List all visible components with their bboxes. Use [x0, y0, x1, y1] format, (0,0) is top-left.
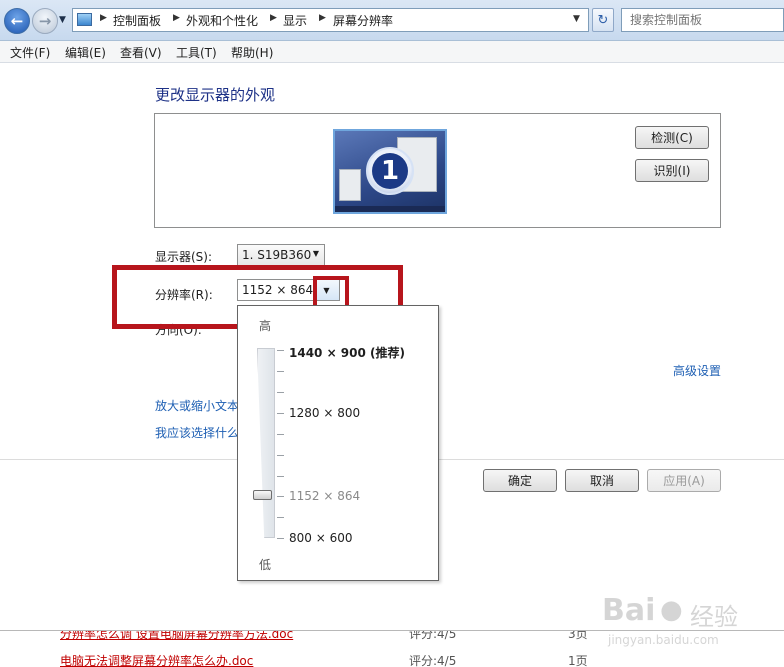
which-settings-link[interactable]: 我应该选择什么 — [155, 424, 239, 441]
slider-tick — [277, 350, 284, 351]
display-label: 显示器(S): — [155, 250, 213, 264]
back-button[interactable]: ← — [4, 8, 30, 34]
breadcrumb-chevron-icon[interactable]: ▶ — [270, 13, 277, 23]
detect-button[interactable]: 检测(C) — [635, 126, 709, 149]
list-item: 电脑无法调整屏幕分辨率怎么办.doc 评分:4/5 1页 — [0, 652, 784, 667]
result-score: 评分:4/5 — [409, 631, 457, 641]
search-input[interactable] — [622, 9, 783, 31]
menu-view[interactable]: 查看(V) — [120, 44, 162, 61]
slider-tick — [277, 371, 284, 372]
ok-button[interactable]: 确定 — [483, 469, 557, 492]
breadcrumb-screen-resolution[interactable]: 屏幕分辨率 — [333, 12, 393, 29]
refresh-icon: ↻ — [597, 12, 609, 28]
breadcrumb-chevron-icon[interactable]: ▶ — [100, 13, 107, 23]
monitor-preview-panel: 1 检测(C) 识别(I) — [154, 113, 721, 228]
display-value: 1. S19B360 — [242, 248, 312, 262]
cancel-button[interactable]: 取消 — [565, 469, 639, 492]
page-title: 更改显示器的外观 — [155, 86, 276, 104]
slider-tick — [277, 392, 284, 393]
search-box[interactable] — [621, 8, 784, 32]
resolution-option-1440x900[interactable]: 1440 × 900 (推荐) — [289, 344, 405, 361]
watermark-url: jingyan.baidu.com — [608, 633, 719, 647]
slider-tick — [277, 517, 284, 518]
slider-low-label: 低 — [259, 558, 272, 572]
menu-bar: 文件(F) 编辑(E) 查看(V) 工具(T) 帮助(H) — [0, 41, 784, 63]
result-score: 评分:4/5 — [409, 654, 457, 667]
address-dropdown-icon[interactable]: ▼ — [573, 14, 580, 24]
mini-window-graphic — [339, 169, 361, 201]
forward-button[interactable]: → — [32, 8, 58, 34]
menu-edit[interactable]: 编辑(E) — [65, 44, 106, 61]
slider-high-label: 高 — [259, 319, 272, 333]
resolution-option-1280x800[interactable]: 1280 × 800 — [289, 406, 360, 420]
watermark-brand: Bai — [602, 593, 656, 628]
resolution-option-800x600[interactable]: 800 × 600 — [289, 531, 353, 545]
resolution-slider-thumb[interactable] — [253, 490, 272, 500]
breadcrumb-appearance[interactable]: 外观和个性化 — [186, 12, 258, 29]
forward-arrow-icon: → — [38, 12, 52, 30]
monitor-number-badge: 1 — [366, 147, 414, 195]
address-input[interactable]: ▶ 控制面板 ▶ 外观和个性化 ▶ 显示 ▶ 屏幕分辨率 ▼ — [72, 8, 589, 32]
recent-pages-chevron-icon[interactable]: ▼ — [59, 15, 66, 25]
slider-tick — [277, 496, 284, 497]
identify-button[interactable]: 识别(I) — [635, 159, 709, 182]
apply-button[interactable]: 应用(A) — [647, 469, 721, 492]
watermark-suffix: 经验 — [690, 603, 738, 631]
result-title-link[interactable]: 电脑无法调整屏幕分辨率怎么办.doc — [60, 652, 253, 667]
result-pages: 3页 — [568, 631, 588, 641]
resolution-slider-track[interactable] — [257, 348, 275, 538]
slider-tick — [277, 413, 284, 414]
advanced-settings-link[interactable]: 高级设置 — [673, 362, 721, 379]
breadcrumb-chevron-icon[interactable]: ▶ — [173, 13, 180, 23]
slider-tick — [277, 476, 284, 477]
menu-file[interactable]: 文件(F) — [10, 44, 50, 61]
baidu-jingyan-watermark: Bai ● 经验 jingyan.baidu.com — [602, 593, 752, 653]
paw-icon: ● — [660, 595, 683, 625]
control-panel-icon — [77, 13, 92, 26]
enlarge-text-link[interactable]: 放大或缩小文本 — [155, 397, 239, 414]
display-select[interactable]: 1. S19B360 ▼ — [237, 244, 325, 266]
breadcrumb-chevron-icon[interactable]: ▶ — [319, 13, 326, 23]
breadcrumb-display[interactable]: 显示 — [283, 12, 307, 29]
menu-tools[interactable]: 工具(T) — [176, 44, 217, 61]
slider-tick — [277, 455, 284, 456]
result-pages: 1页 — [568, 654, 588, 667]
address-bar-region: ← → ▼ ▶ 控制面板 ▶ 外观和个性化 ▶ 显示 ▶ 屏幕分辨率 ▼ ↻ — [0, 0, 784, 41]
menu-help[interactable]: 帮助(H) — [231, 44, 273, 61]
resolution-option-1152x864[interactable]: 1152 × 864 — [289, 489, 360, 503]
monitor-graphic[interactable]: 1 — [333, 129, 447, 214]
slider-tick — [277, 538, 284, 539]
refresh-button[interactable]: ↻ — [592, 8, 614, 32]
breadcrumb-control-panel[interactable]: 控制面板 — [113, 12, 161, 29]
back-arrow-icon: ← — [10, 12, 24, 30]
resolution-slider-popup: 高 1440 × 900 (推荐) 1280 × 800 1152 × 864 … — [237, 305, 439, 581]
chevron-down-icon: ▼ — [312, 249, 319, 258]
taskbar-graphic — [335, 206, 445, 212]
slider-tick — [277, 434, 284, 435]
result-title-link[interactable]: 分辨率怎么调 设置电脑屏幕分辨率方法.doc — [60, 631, 293, 641]
